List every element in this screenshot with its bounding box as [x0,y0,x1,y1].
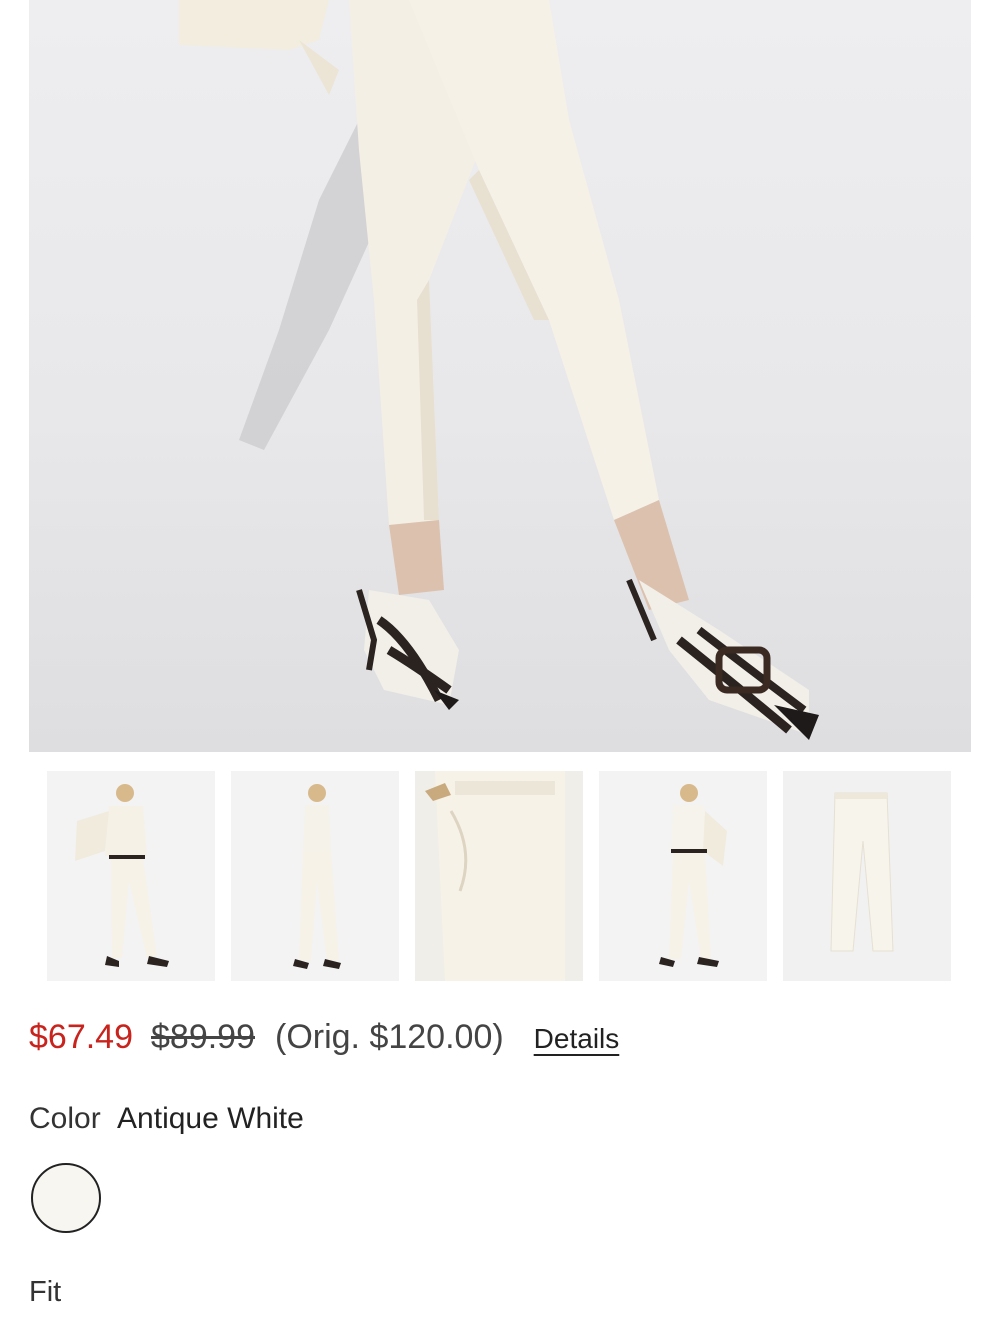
thumbnail-front-full-outfit[interactable] [47,771,215,981]
sale-price: $67.49 [29,1018,133,1056]
fit-label: Fit [29,1276,62,1308]
selected-color-name: Antique White [117,1102,304,1135]
main-product-image[interactable] [29,0,971,752]
thumbnail-pocket-detail[interactable] [415,771,583,981]
previous-price: $89.99 [151,1018,255,1056]
price-row: $67.49 $89.99 (Orig. $120.00) Details [29,1018,619,1068]
color-label: Color [29,1102,101,1135]
thumbnail-front-walking[interactable] [599,771,767,981]
thumbnail-back-view[interactable] [231,771,399,981]
product-page: $67.49 $89.99 (Orig. $120.00) Details Co… [0,0,1000,1333]
price-details-link[interactable]: Details [534,1023,620,1055]
color-swatch-antique-white[interactable] [31,1163,101,1233]
color-row: Color Antique White [29,1102,304,1136]
original-price: (Orig. $120.00) [275,1018,504,1056]
thumbnail-gallery [47,771,953,981]
thumbnail-flat-lay[interactable] [783,771,951,981]
